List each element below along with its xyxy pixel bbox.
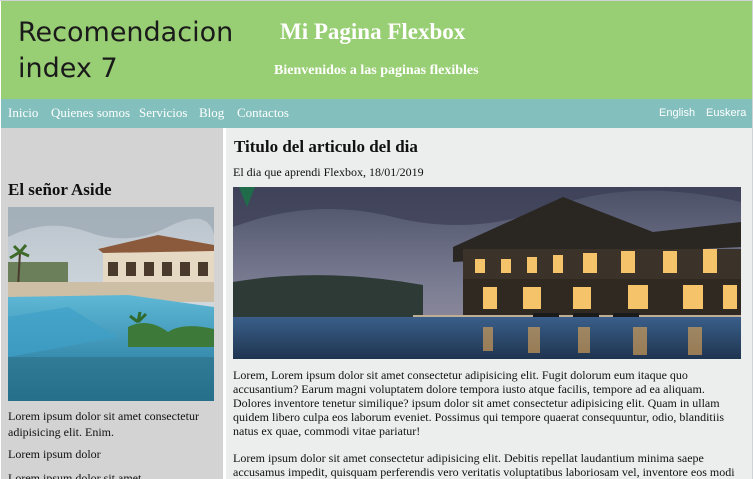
article-meta: El dia que aprendi Flexbox, 18/01/2019: [233, 165, 424, 179]
nav-link-contactos[interactable]: Contactos: [237, 105, 289, 121]
site-title: Mi Pagina Flexbox: [280, 19, 466, 44]
nav-link-inicio[interactable]: Inicio: [8, 105, 38, 121]
nav-link-servicios[interactable]: Servicios: [139, 105, 187, 121]
pool-villa-image: [8, 207, 214, 401]
site-header: Recomendacion index 7 Mi Pagina Flexbox …: [1, 1, 752, 99]
nav-link-blog[interactable]: Blog: [199, 105, 224, 121]
lang-link-english[interactable]: English: [659, 107, 695, 119]
aside-text-3: Lorem ipsum dolor sit amet: [8, 471, 142, 479]
aside-text-1: Lorem ipsum dolor sit amet consectetur a…: [8, 409, 199, 439]
site-subtitle: Bienvenidos a las paginas flexibles: [274, 63, 479, 78]
article-paragraph-2: Lorem ipsum dolor sit amet consectetur a…: [233, 451, 735, 479]
lang-link-euskera[interactable]: Euskera: [706, 107, 746, 119]
aside-text-2: Lorem ipsum dolor: [8, 447, 101, 461]
main-article: Titulo del articulo del dia El dia que a…: [226, 128, 752, 479]
nav-link-quienes-somos[interactable]: Quienes somos: [51, 105, 130, 121]
article-title: Titulo del articulo del dia: [234, 137, 418, 156]
article-paragraph-1: Lorem, Lorem ipsum dolor sit amet consec…: [233, 368, 725, 438]
brand-title: Recomendacion index 7: [18, 17, 234, 84]
main-nav: Inicio Quienes somos Servicios Blog Cont…: [1, 99, 752, 128]
aside-title: El señor Aside: [8, 180, 112, 199]
sidebar-aside: El señor Aside Lorem ipsum dolor sit ame…: [1, 128, 223, 479]
luxury-house-night-image: [233, 187, 741, 359]
